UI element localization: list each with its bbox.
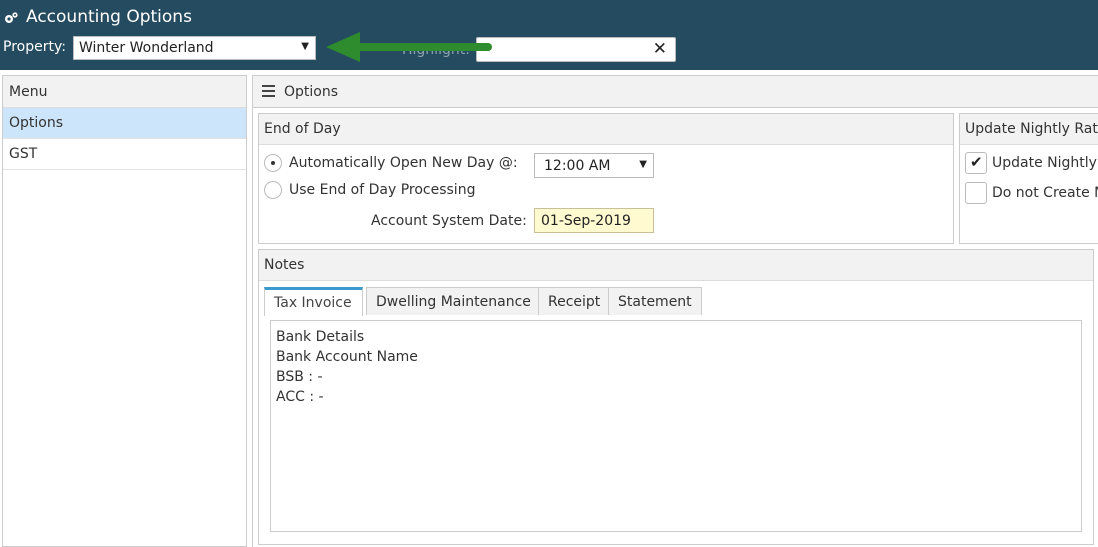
- eod-processing-radio[interactable]: [264, 181, 282, 199]
- time-select[interactable]: 12:00 AM ▼: [534, 153, 654, 178]
- menu-item-options[interactable]: Options: [3, 108, 246, 139]
- no-create-label: Do not Create N: [992, 185, 1098, 201]
- page-title: Accounting Options: [26, 7, 192, 27]
- chevron-down-icon: ▼: [639, 159, 647, 170]
- notes-line: BSB : -: [276, 369, 323, 385]
- update-nightly-title: Update Nightly Rat: [960, 114, 1098, 145]
- property-select[interactable]: Winter Wonderland ▼: [73, 36, 316, 60]
- account-date-label: Account System Date:: [371, 213, 527, 229]
- time-select-value: 12:00 AM: [544, 158, 611, 174]
- account-date-value: 01-Sep-2019: [541, 213, 631, 229]
- update-nightly-panel: Update Nightly Rat: [959, 113, 1098, 244]
- tab-tax-invoice[interactable]: Tax Invoice: [264, 287, 363, 316]
- side-menu: Menu Options GST: [2, 75, 247, 547]
- menu-title: Menu: [3, 76, 246, 108]
- property-label: Property:: [3, 39, 66, 55]
- app-header: Accounting Options Property: Winter Wond…: [0, 0, 1098, 70]
- update-nightly-checkbox[interactable]: ✔: [965, 152, 987, 174]
- notes-title: Notes: [259, 250, 1093, 281]
- notes-textarea[interactable]: Bank Details Bank Account Name BSB : - A…: [270, 320, 1082, 532]
- eod-processing-label: Use End of Day Processing: [289, 182, 476, 198]
- options-title: Options: [284, 84, 339, 100]
- hamburger-icon[interactable]: [262, 85, 275, 97]
- auto-open-radio[interactable]: [264, 154, 282, 172]
- notes-line: ACC : -: [276, 389, 324, 405]
- options-header: Options: [252, 75, 1098, 108]
- tab-statement[interactable]: Statement: [608, 287, 702, 315]
- chevron-down-icon: ▼: [301, 41, 309, 52]
- annotation-arrow-icon: [326, 32, 492, 62]
- notes-line: Bank Account Name: [276, 349, 418, 365]
- checkmark-icon: ✔: [970, 153, 983, 171]
- end-of-day-title: End of Day: [259, 114, 953, 145]
- tab-dwelling-maintenance[interactable]: Dwelling Maintenance: [366, 287, 539, 315]
- menu-item-gst[interactable]: GST: [3, 139, 246, 170]
- no-create-checkbox[interactable]: [965, 182, 987, 204]
- gears-icon: [5, 12, 18, 23]
- property-select-value: Winter Wonderland: [79, 40, 214, 56]
- highlight-input[interactable]: ✕: [476, 37, 676, 62]
- tab-receipt[interactable]: Receipt: [538, 287, 609, 315]
- account-date-field[interactable]: 01-Sep-2019: [534, 208, 654, 233]
- auto-open-label: Automatically Open New Day @:: [289, 155, 518, 171]
- clear-icon[interactable]: ✕: [653, 39, 667, 59]
- notes-line: Bank Details: [276, 329, 365, 345]
- update-nightly-label: Update Nightly: [992, 155, 1097, 171]
